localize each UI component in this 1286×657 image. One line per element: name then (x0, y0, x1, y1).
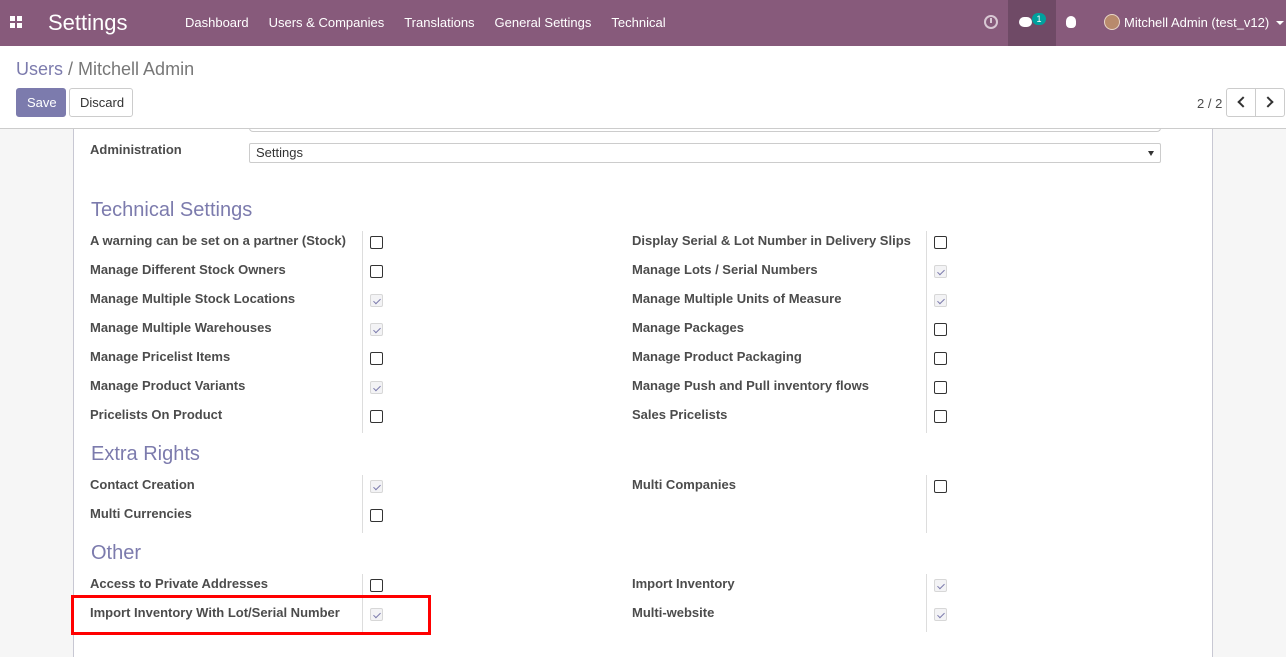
chat-icon (1019, 17, 1032, 27)
main-menu: Dashboard Users & Companies Translations… (175, 0, 676, 46)
checkbox-import-inventory[interactable] (934, 579, 947, 592)
field-label-import-inventory-lot-serial: Import Inventory With Lot/Serial Number (90, 605, 340, 620)
menu-item-users-companies[interactable]: Users & Companies (259, 0, 395, 46)
discard-button[interactable]: Discard (69, 88, 133, 117)
field-label-product-variants: Manage Product Variants (90, 378, 246, 393)
caret-down-icon (1148, 151, 1154, 156)
field-label-product-packaging: Manage Product Packaging (632, 349, 802, 364)
field-label-serial-lot-delivery-slips: Display Serial & Lot Number in Delivery … (632, 233, 911, 248)
column-divider (926, 574, 927, 632)
top-navbar: Settings Dashboard Users & Companies Tra… (0, 0, 1286, 46)
menu-item-technical[interactable]: Technical (601, 0, 675, 46)
checkbox-packages[interactable] (934, 323, 947, 336)
field-label-private-addresses: Access to Private Addresses (90, 576, 269, 591)
user-menu-caret-icon[interactable] (1276, 21, 1284, 25)
field-label-multi-companies: Multi Companies (632, 477, 737, 492)
user-avatar[interactable] (1104, 14, 1120, 30)
checkbox-multiple-warehouses[interactable] (370, 323, 383, 336)
breadcrumb-current: Mitchell Admin (78, 59, 195, 79)
checkbox-multiple-uom[interactable] (934, 294, 947, 307)
debug-bug-icon[interactable] (1066, 16, 1076, 28)
checkbox-contact-creation[interactable] (370, 480, 383, 493)
checkbox-product-variants[interactable] (370, 381, 383, 394)
checkbox-stock-owners[interactable] (370, 265, 383, 278)
checkbox-pricelists-on-product[interactable] (370, 410, 383, 423)
breadcrumb-separator: / (68, 59, 74, 79)
field-label-multiple-warehouses: Manage Multiple Warehouses (90, 320, 272, 335)
menu-item-general-settings[interactable]: General Settings (485, 0, 602, 46)
checkbox-push-pull-flows[interactable] (934, 381, 947, 394)
chevron-left-icon (1237, 96, 1249, 108)
field-label-multi-website: Multi-website (632, 605, 715, 620)
field-label-warning-partner-stock: A warning can be set on a partner (Stock… (90, 233, 346, 248)
apps-menu-icon[interactable] (10, 16, 22, 28)
administration-select-value: Settings (256, 145, 303, 160)
section-title-other: Other (91, 542, 142, 564)
field-label-multiple-stock-locations: Manage Multiple Stock Locations (90, 291, 296, 306)
field-label-pricelist-items: Manage Pricelist Items (90, 349, 231, 364)
field-label-sales-pricelists: Sales Pricelists (632, 407, 728, 422)
checkbox-warning-partner-stock[interactable] (370, 236, 383, 249)
checkbox-multi-website[interactable] (934, 608, 947, 621)
app-title: Settings (48, 10, 128, 35)
checkbox-private-addresses[interactable] (370, 579, 383, 592)
field-label-multi-currencies: Multi Currencies (90, 506, 192, 521)
column-divider (362, 475, 363, 533)
field-label-import-inventory: Import Inventory (632, 576, 735, 591)
user-menu-name[interactable]: Mitchell Admin (test_v12) (1124, 0, 1269, 46)
field-label-contact-creation: Contact Creation (90, 477, 195, 492)
chevron-right-icon (1262, 96, 1274, 108)
control-panel: Users / Mitchell Admin Save Discard 2 / 2 (0, 46, 1286, 129)
checkbox-multiple-stock-locations[interactable] (370, 294, 383, 307)
form-content: Administration Settings Technical Settin… (0, 129, 1286, 657)
administration-select[interactable]: Settings (249, 143, 1161, 163)
previous-field-input[interactable] (249, 129, 1161, 132)
menu-item-dashboard[interactable]: Dashboard (175, 0, 259, 46)
pager-next-button[interactable] (1255, 88, 1285, 117)
checkbox-product-packaging[interactable] (934, 352, 947, 365)
checkbox-lots-serial-numbers[interactable] (934, 265, 947, 278)
column-divider (926, 475, 927, 533)
section-title-technical-settings: Technical Settings (91, 199, 253, 221)
breadcrumb-users-link[interactable]: Users (16, 59, 63, 79)
administration-label: Administration (90, 142, 182, 157)
field-label-multiple-uom: Manage Multiple Units of Measure (632, 291, 842, 306)
column-divider (362, 231, 363, 433)
chat-counter-badge: 1 (1032, 13, 1046, 25)
activity-clock-icon[interactable] (984, 15, 998, 29)
checkbox-multi-currencies[interactable] (370, 509, 383, 522)
field-label-packages: Manage Packages (632, 320, 745, 335)
column-divider (362, 574, 363, 632)
messaging-menu[interactable]: 1 (1008, 0, 1056, 46)
column-divider (926, 231, 927, 433)
pager-previous-button[interactable] (1226, 88, 1256, 117)
pager-value[interactable]: 2 / 2 (1197, 96, 1222, 111)
checkbox-pricelist-items[interactable] (370, 352, 383, 365)
checkbox-sales-pricelists[interactable] (934, 410, 947, 423)
field-label-stock-owners: Manage Different Stock Owners (90, 262, 286, 277)
menu-item-translations[interactable]: Translations (394, 0, 484, 46)
form-sheet: Administration Settings Technical Settin… (73, 129, 1213, 657)
save-button[interactable]: Save (16, 88, 66, 117)
field-label-pricelists-on-product: Pricelists On Product (90, 407, 223, 422)
breadcrumb: Users / Mitchell Admin (16, 59, 194, 80)
field-label-lots-serial-numbers: Manage Lots / Serial Numbers (632, 262, 818, 277)
section-title-extra-rights: Extra Rights (91, 443, 200, 465)
checkbox-multi-companies[interactable] (934, 480, 947, 493)
field-label-push-pull-flows: Manage Push and Pull inventory flows (632, 378, 869, 393)
checkbox-import-inventory-lot-serial[interactable] (370, 608, 383, 621)
checkbox-serial-lot-delivery-slips[interactable] (934, 236, 947, 249)
